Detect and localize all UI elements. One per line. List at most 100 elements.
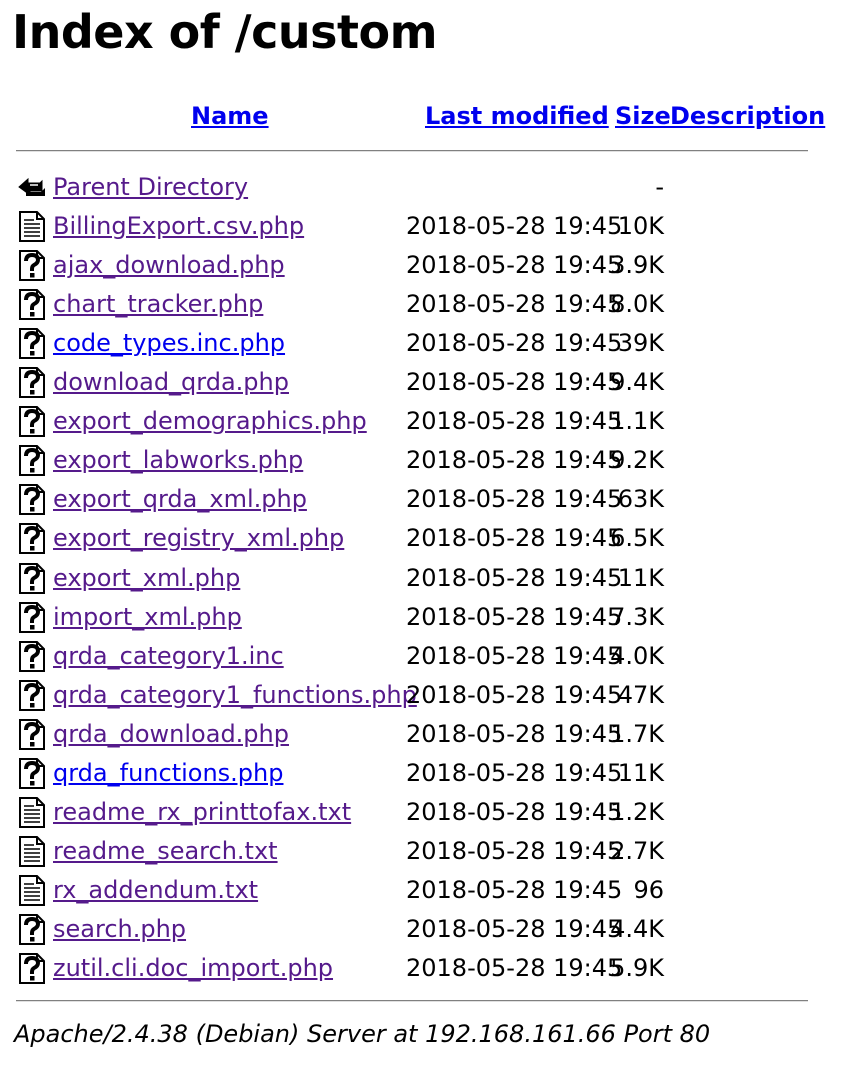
file-row: code_types.inc.php 2018-05-28 19:45 39K — [0, 324, 868, 363]
file-row: qrda_functions.php 2018-05-28 19:45 11K — [0, 754, 868, 793]
last-modified: 2018-05-28 19:45 — [406, 914, 623, 943]
unknown-file-icon — [16, 367, 47, 399]
file-row: rx_addendum.txt 2018-05-28 19:45 96 — [0, 871, 868, 910]
file-size: 11K — [617, 563, 664, 592]
unknown-file-icon — [16, 406, 47, 438]
file-size: 96 — [633, 875, 664, 904]
text-file-icon — [16, 835, 47, 867]
file-size: 10K — [617, 212, 664, 241]
last-modified: 2018-05-28 19:45 — [406, 290, 623, 319]
file-row: readme_search.txt 2018-05-28 19:45 2.7K — [0, 832, 868, 871]
file-row: import_xml.php 2018-05-28 19:45 7.3K — [0, 598, 868, 637]
last-modified: 2018-05-28 19:45 — [406, 602, 623, 631]
unknown-file-icon — [16, 718, 47, 750]
sort-by-name-link[interactable]: Name — [191, 100, 269, 132]
file-link[interactable]: export_demographics.php — [53, 402, 367, 441]
last-modified: 2018-05-28 19:45 — [406, 446, 623, 475]
file-row: export_qrda_xml.php 2018-05-28 19:45 63K — [0, 480, 868, 519]
file-size: 9.2K — [610, 446, 664, 475]
text-file-icon — [16, 796, 47, 828]
last-modified: 2018-05-28 19:45 — [406, 797, 623, 826]
file-link[interactable]: BillingExport.csv.php — [53, 207, 304, 246]
unknown-file-icon — [16, 289, 47, 321]
file-link[interactable]: readme_rx_printtofax.txt — [53, 793, 351, 832]
sort-by-last-modified-link[interactable]: Last modified — [425, 100, 609, 132]
file-size: 1.7K — [610, 719, 664, 748]
back-arrow-icon — [16, 172, 47, 203]
file-size: 5.9K — [610, 954, 664, 982]
unknown-file-icon — [16, 445, 47, 477]
file-link[interactable]: export_qrda_xml.php — [53, 480, 307, 519]
file-link[interactable]: export_labworks.php — [53, 441, 303, 480]
file-size: 1.1K — [610, 407, 664, 436]
file-link[interactable]: qrda_category1_functions.php — [53, 676, 417, 715]
file-link[interactable]: import_xml.php — [53, 598, 242, 637]
file-size: 39K — [617, 329, 664, 358]
unknown-file-icon — [16, 523, 47, 555]
file-row: BillingExport.csv.php 2018-05-28 19:45 10K — [0, 207, 868, 246]
unknown-file-icon — [16, 328, 47, 360]
last-modified: 2018-05-28 19:45 — [406, 680, 623, 709]
file-size: 47K — [617, 680, 664, 709]
last-modified: 2018-05-28 19:45 — [406, 407, 623, 436]
file-link[interactable]: readme_search.txt — [53, 832, 278, 871]
file-link[interactable]: qrda_download.php — [53, 715, 289, 754]
file-row: qrda_download.php 2018-05-28 19:45 1.7K — [0, 715, 868, 754]
file-link[interactable]: rx_addendum.txt — [53, 871, 258, 910]
file-row: export_xml.php 2018-05-28 19:45 11K — [0, 559, 868, 598]
file-row: export_registry_xml.php 2018-05-28 19:45 6… — [0, 519, 868, 558]
file-link[interactable]: download_qrda.php — [53, 363, 289, 402]
last-modified: 2018-05-28 19:45 — [406, 563, 623, 592]
unknown-file-icon — [16, 250, 47, 282]
file-size: 4.4K — [610, 914, 664, 943]
file-size: 9.4K — [610, 368, 664, 397]
parent-directory-link[interactable]: Parent Directory — [53, 168, 248, 207]
last-modified: 2018-05-28 19:45 — [406, 875, 623, 904]
text-file-icon — [16, 874, 47, 906]
last-modified: 2018-05-28 19:45 — [406, 485, 623, 514]
file-link[interactable]: search.php — [53, 910, 186, 949]
file-row: download_qrda.php 2018-05-28 19:45 9.4K — [0, 363, 868, 402]
text-file-icon — [16, 211, 47, 243]
last-modified: 2018-05-28 19:45 — [406, 251, 623, 280]
file-row: ajax_download.php 2018-05-28 19:45 3.9K — [0, 246, 868, 285]
sort-by-size-link[interactable]: Size — [615, 100, 671, 132]
last-modified: 2018-05-28 19:45 — [406, 836, 623, 865]
file-size: 2.7K — [610, 836, 664, 865]
sort-by-description-link[interactable]: Description — [670, 100, 825, 132]
parent-directory-row: Parent Directory - — [0, 168, 868, 207]
server-signature: Apache/2.4.38 (Debian) Server at 192.168… — [14, 1020, 711, 1048]
file-link[interactable]: chart_tracker.php — [53, 285, 263, 324]
last-modified: 2018-05-28 19:45 — [406, 329, 623, 358]
file-row: search.php 2018-05-28 19:45 4.4K — [0, 910, 868, 949]
unknown-file-icon — [16, 757, 47, 789]
file-size: - — [655, 173, 664, 201]
file-link[interactable]: ajax_download.php — [53, 246, 285, 285]
file-size: 4.0K — [610, 641, 664, 670]
unknown-file-icon — [16, 601, 47, 633]
file-row: zutil.cli.doc_import.php 2018-05-28 19:45… — [0, 949, 868, 988]
file-link[interactable]: export_xml.php — [53, 559, 240, 598]
unknown-file-icon — [16, 953, 47, 984]
footer-divider — [16, 1000, 808, 1002]
file-link[interactable]: qrda_category1.inc — [53, 637, 284, 676]
header-divider — [16, 150, 808, 152]
unknown-file-icon — [16, 913, 47, 945]
last-modified: 2018-05-28 19:45 — [406, 212, 623, 241]
last-modified: 2018-05-28 19:45 — [406, 954, 623, 982]
file-size: 6.5K — [610, 524, 664, 553]
file-size: 8.0K — [610, 290, 664, 319]
file-link[interactable]: qrda_functions.php — [53, 754, 283, 793]
file-size: 3.9K — [610, 251, 664, 280]
file-size: 7.3K — [610, 602, 664, 631]
file-link[interactable]: zutil.cli.doc_import.php — [53, 949, 333, 988]
unknown-file-icon — [16, 484, 47, 516]
page-title: Index of /custom — [12, 5, 438, 59]
file-size: 11K — [617, 758, 664, 787]
last-modified: 2018-05-28 19:45 — [406, 368, 623, 397]
file-link[interactable]: export_registry_xml.php — [53, 519, 344, 558]
file-row: readme_rx_printtofax.txt 2018-05-28 19:45… — [0, 793, 868, 832]
file-link[interactable]: code_types.inc.php — [53, 324, 285, 363]
last-modified: 2018-05-28 19:45 — [406, 524, 623, 553]
unknown-file-icon — [16, 640, 47, 672]
